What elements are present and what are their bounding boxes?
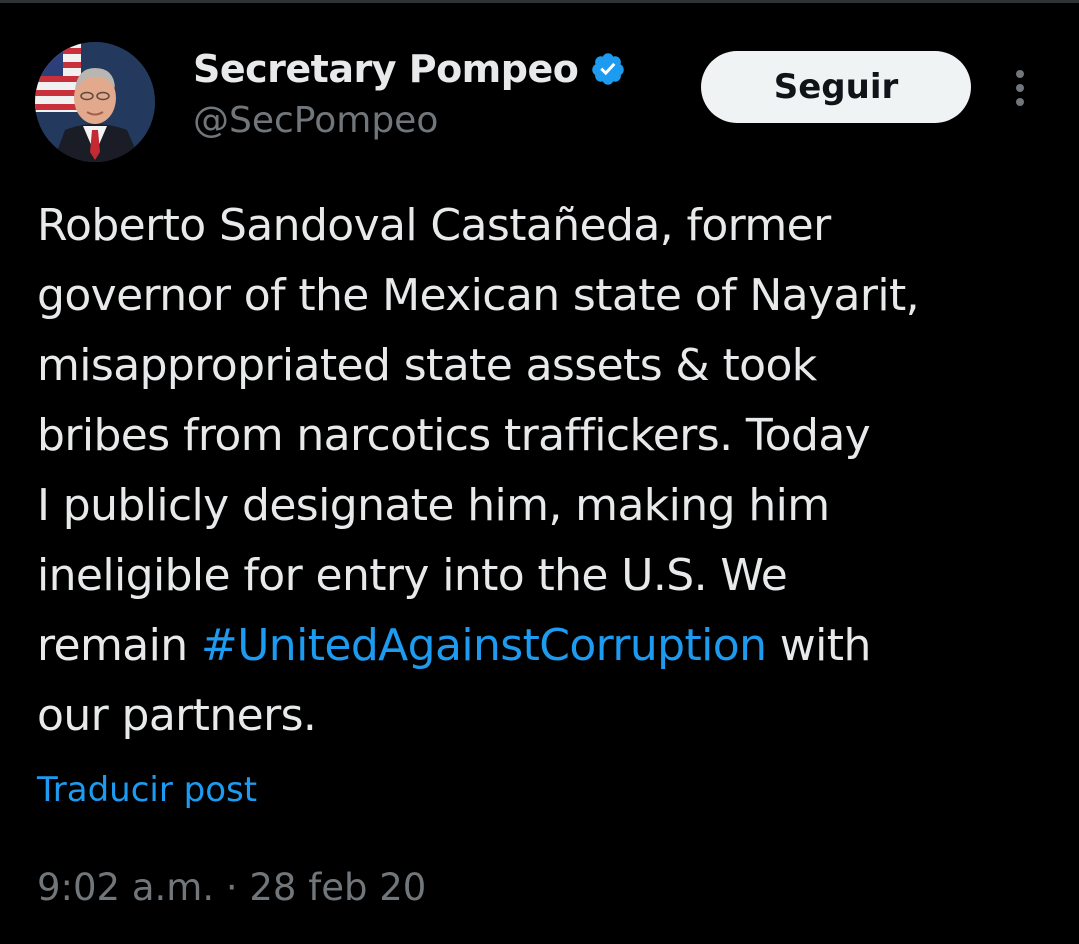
tweet-line: I publicly designate him, making him — [37, 480, 830, 531]
tweet-line: our partners. — [37, 690, 317, 741]
tweet-text-segment: with — [766, 620, 872, 671]
author-display-name[interactable]: Secretary Pompeo — [193, 47, 579, 91]
tweet-line: Roberto Sandoval Castañeda, former — [37, 200, 831, 251]
tweet-line: misappropriated state assets & took — [37, 340, 817, 391]
tweet-line: ineligible for entry into the U.S. We — [37, 550, 788, 601]
verified-badge-icon — [592, 53, 625, 85]
avatar[interactable] — [35, 42, 155, 162]
tweet-text: Roberto Sandoval Castañeda, former gover… — [37, 191, 1067, 751]
translate-post-link[interactable]: Traducir post — [37, 770, 257, 810]
top-divider — [0, 0, 1079, 3]
avatar-image — [35, 42, 155, 162]
hashtag-link[interactable]: #UnitedAgainstCorruption — [201, 620, 767, 671]
tweet-line: remain #UnitedAgainstCorruption with — [37, 611, 1067, 681]
more-vertical-icon[interactable] — [1008, 68, 1032, 108]
author-handle[interactable]: @SecPompeo — [193, 100, 438, 141]
tweet-line: governor of the Mexican state of Nayarit… — [37, 270, 920, 321]
follow-button[interactable]: Seguir — [701, 51, 971, 123]
timestamp[interactable]: 9:02 a.m. · 28 feb 20 — [37, 866, 426, 909]
author-name-row[interactable]: Secretary Pompeo — [193, 44, 626, 94]
tweet-text-segment: remain — [37, 620, 201, 671]
tweet-line: bribes from narcotics traffickers. Today — [37, 410, 871, 461]
